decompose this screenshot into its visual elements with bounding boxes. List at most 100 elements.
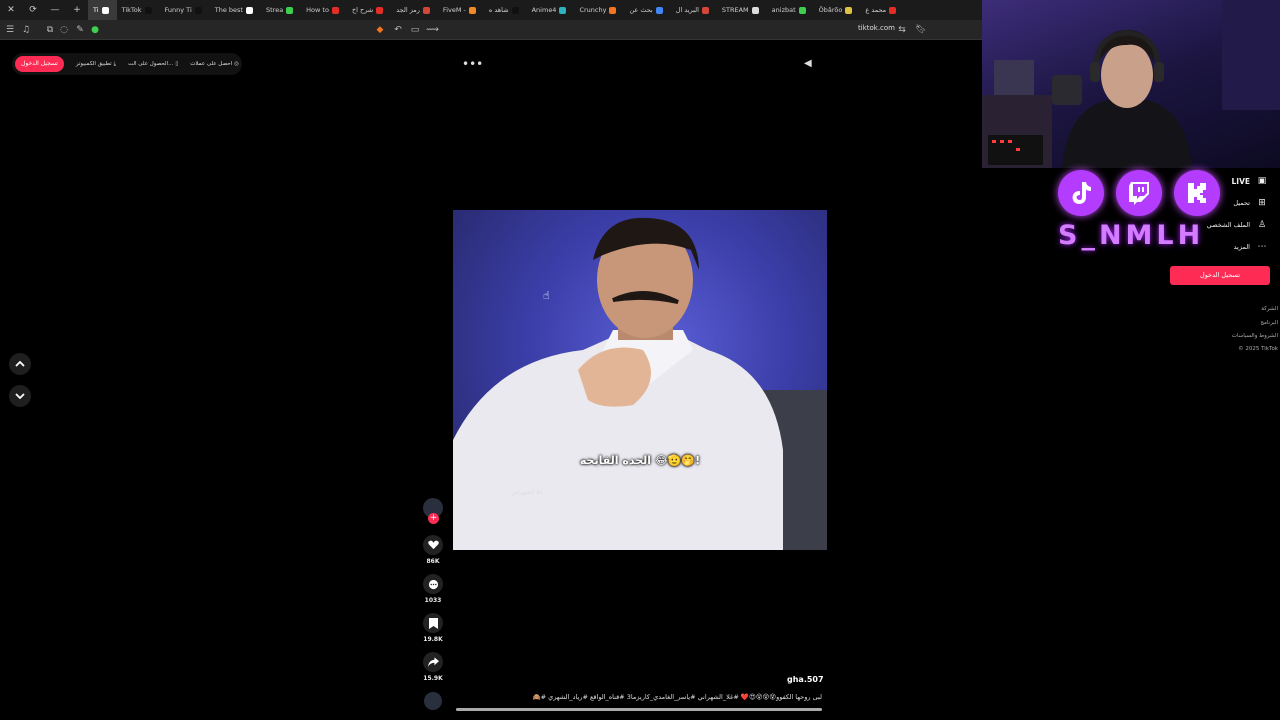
desktop-app-link[interactable]: تطبيق الكمبيوتر ⤓: [76, 61, 116, 68]
browser-toolbar: ☰ ♫ ⧉ ◌ ✎ ● ◆ ↶ ▭ ⟿ tiktok.com ⇆ 🔖︎: [0, 20, 982, 40]
get-coins-link[interactable]: احصل على عملات ◎: [190, 61, 239, 67]
more-icon: ⋯: [1257, 242, 1267, 252]
favicon-icon: [331, 6, 339, 14]
volume-icon[interactable]: ◀︎: [804, 58, 812, 69]
browser-tab[interactable]: البريد ال: [671, 0, 717, 20]
save-action[interactable]: 19.8K: [422, 613, 444, 643]
pen-icon[interactable]: ✎: [74, 24, 86, 36]
music-icon[interactable]: ♫: [20, 24, 32, 36]
browser-tab-label: Öbârõo: [818, 6, 843, 14]
like-action[interactable]: 86K: [422, 535, 444, 565]
twitch-badge: [1116, 170, 1162, 216]
browser-tab-label: بحث عن: [629, 6, 653, 14]
footer-copyright: © 2025 TikTok: [1238, 346, 1278, 352]
translate-icon[interactable]: ⇆: [896, 24, 908, 36]
more-options-icon[interactable]: •••: [462, 57, 483, 71]
browser-tab-label: Ti: [93, 6, 99, 14]
sidebar-item-profile[interactable]: الملف الشخصي ♙: [1207, 220, 1268, 230]
browser-tab[interactable]: شرح اخ: [347, 0, 391, 20]
video-caption: الجده القابحه 😂🫡🤭!: [579, 454, 701, 467]
screenshot-icon[interactable]: ⧉: [44, 24, 56, 36]
browser-tab[interactable]: Öbârõo: [814, 0, 861, 20]
browser-tab-label: anizbat: [771, 6, 796, 14]
top-actions: تسجيل الدخول تطبيق الكمبيوتر ⤓ الحصول عل…: [12, 53, 242, 75]
chevron-down-icon: [15, 393, 25, 400]
browser-tab-bar: ✕ ⟳ — + Ti TikTok Funny Ti The best Strea How…: [0, 0, 982, 20]
footer-company-link[interactable]: الشركة: [1261, 306, 1278, 312]
get-coins-label: احصل على عملات: [190, 61, 233, 67]
download-icon: ⤓: [113, 60, 117, 67]
share-icon: [427, 657, 439, 667]
favicon-icon: [655, 6, 663, 14]
tiktok-icon: [1072, 182, 1091, 204]
sidebar-item-live[interactable]: LIVE ▣: [1232, 176, 1269, 186]
browser-tab[interactable]: The best: [210, 0, 261, 20]
music-disc-icon[interactable]: [424, 692, 442, 710]
favicon-icon: [422, 6, 430, 14]
browser-tab[interactable]: anizbat: [767, 0, 814, 20]
browser-tab-label: TikTok: [121, 6, 142, 14]
back-icon[interactable]: ↶: [392, 24, 404, 36]
browser-tab-label: How to: [306, 6, 329, 14]
browser-tab[interactable]: Anime4: [527, 0, 575, 20]
browser-tab[interactable]: شاهد ه: [484, 0, 527, 20]
browser-tab-label: Crunchy: [579, 6, 607, 14]
browser-tab-label: STREAM: [721, 6, 749, 14]
video-progress-bar[interactable]: [456, 708, 822, 711]
coin-icon: ◎: [234, 61, 239, 67]
menu-icon[interactable]: ☰: [4, 24, 16, 36]
browser-tab[interactable]: Ti: [88, 0, 117, 20]
browser-tab[interactable]: Strea: [261, 0, 301, 20]
browser-tab[interactable]: How to: [301, 0, 347, 20]
comment-action[interactable]: 1033: [422, 574, 444, 604]
shield-icon[interactable]: ●: [89, 24, 101, 36]
phone-icon: ▯: [175, 61, 179, 67]
get-app-label: الحصول على الت...: [127, 61, 174, 67]
browser-tab[interactable]: TikTok: [117, 0, 160, 20]
sidebar-item-upload[interactable]: تحميل ⊞: [1233, 198, 1268, 208]
tab-list: Ti TikTok Funny Ti The best Strea How to شرح ا…: [88, 0, 904, 20]
profile-icon: ♙: [1257, 220, 1267, 230]
new-tab-icon[interactable]: +: [66, 5, 88, 15]
login-button[interactable]: تسجيل الدخول: [15, 56, 64, 72]
follow-plus-icon[interactable]: +: [428, 513, 439, 524]
video-progress-fill: [456, 708, 822, 711]
favicon-icon: [559, 6, 567, 14]
sidebar-login-button[interactable]: تسجيل الدخول: [1170, 266, 1270, 285]
video-watermark: غلا الشهراني: [511, 489, 543, 496]
browser-tab[interactable]: FiveM -: [438, 0, 484, 20]
author-name[interactable]: gha.507: [787, 675, 824, 684]
reload-icon[interactable]: ⟳: [22, 5, 44, 15]
kick-badge: [1174, 170, 1220, 216]
brave-icon[interactable]: ◆: [374, 24, 386, 36]
bookmark-icon[interactable]: 🔖︎: [915, 24, 927, 36]
address-bar[interactable]: tiktok.com: [858, 24, 895, 32]
heart-icon: [427, 540, 439, 550]
browser-tab-label: Strea: [265, 6, 284, 14]
previous-video-button[interactable]: [9, 353, 31, 375]
footer-program-link[interactable]: البرنامج: [1260, 320, 1278, 326]
browser-tab[interactable]: بحث عن: [624, 0, 670, 20]
browser-tab-label: Anime4: [531, 6, 557, 14]
browser-tab-label: Funny Ti: [164, 6, 192, 14]
browser-tab[interactable]: Funny Ti: [160, 0, 210, 20]
browser-tab[interactable]: STREAM: [717, 0, 767, 20]
browser-tab-label: شرح اخ: [351, 6, 374, 14]
chevron-up-icon: [15, 360, 25, 367]
close-icon[interactable]: ✕: [0, 5, 22, 15]
tv-icon[interactable]: ▭: [409, 24, 421, 36]
video-player[interactable]: الجده القابحه 😂🫡🤭! غلا الشهراني: [453, 210, 827, 550]
sidebar-item-more[interactable]: المزيد ⋯: [1234, 242, 1268, 252]
cast-icon[interactable]: ⟿: [426, 24, 439, 36]
next-video-button[interactable]: [9, 385, 31, 407]
footer-terms-link[interactable]: الشروط والسياسات: [1232, 333, 1278, 339]
get-app-link[interactable]: الحصول على الت... ▯: [128, 61, 178, 67]
chat-icon[interactable]: ◌: [58, 24, 70, 36]
browser-tab[interactable]: محمد ع: [860, 0, 904, 20]
minimize-icon[interactable]: —: [44, 5, 66, 15]
browser-tab-label: محمد ع: [865, 6, 887, 14]
browser-tab[interactable]: رمز الجد: [391, 0, 438, 20]
tiktok-badge: [1058, 170, 1104, 216]
share-action[interactable]: 15.9K: [422, 652, 444, 682]
browser-tab[interactable]: Crunchy: [574, 0, 624, 20]
